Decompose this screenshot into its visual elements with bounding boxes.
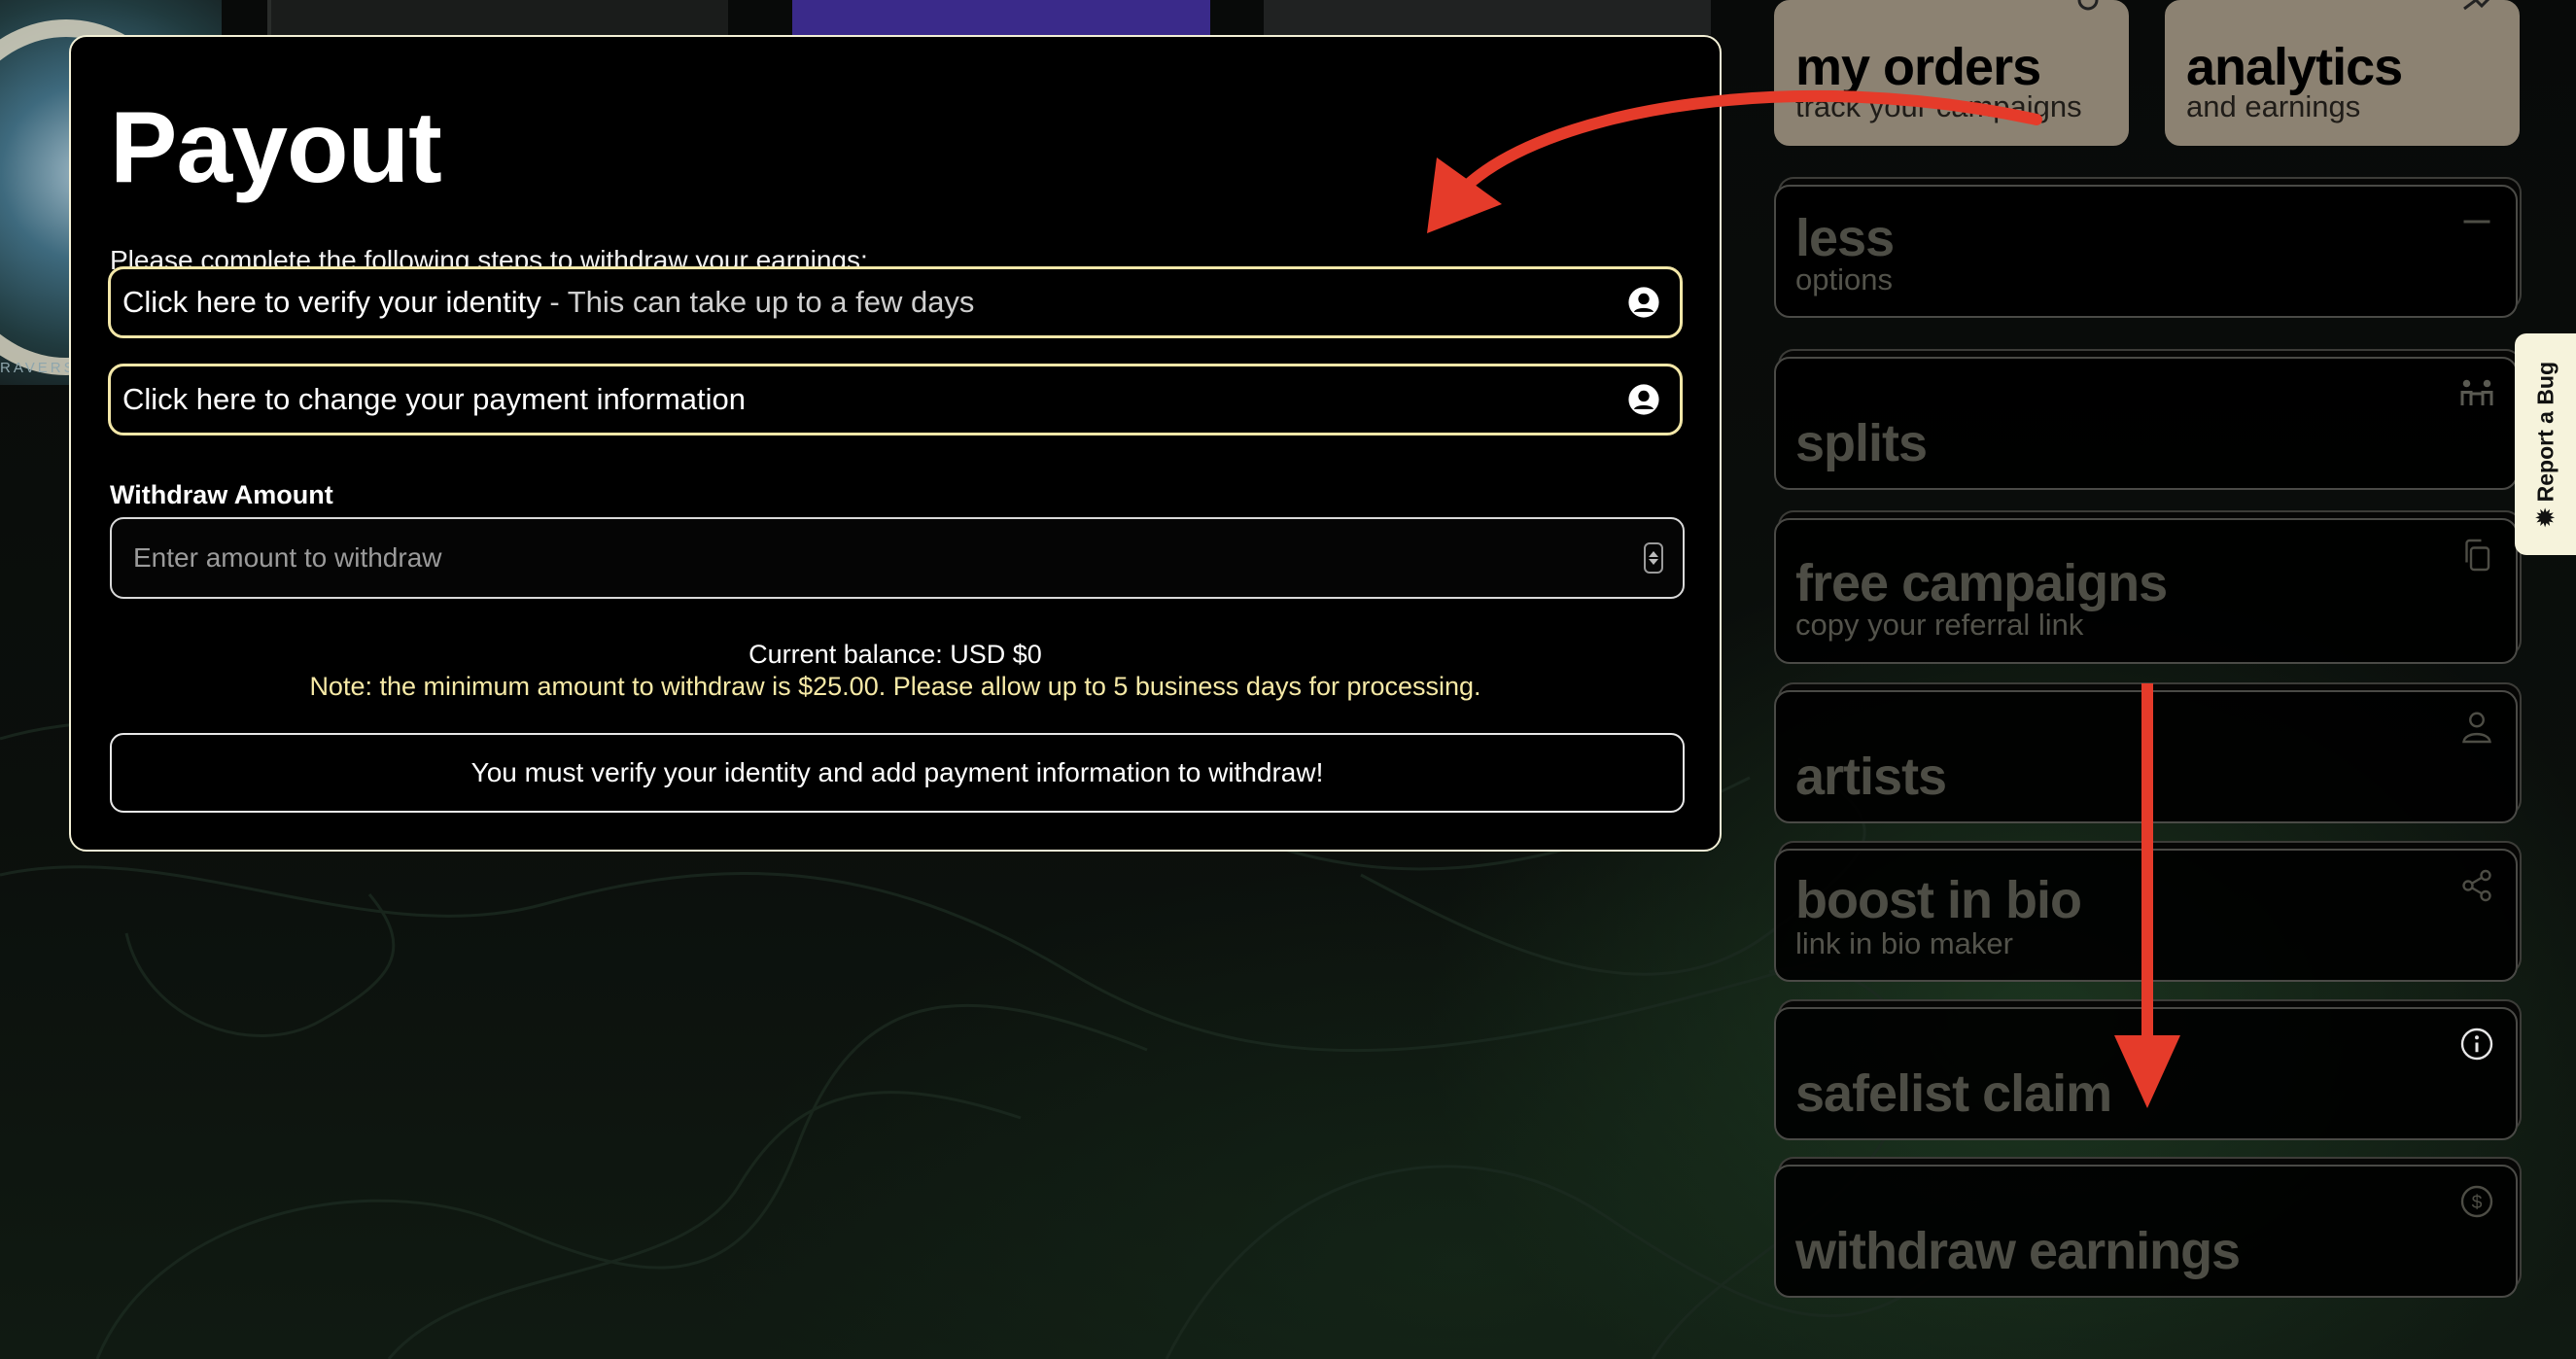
thumbnail-caption: RAVERS: [0, 360, 77, 376]
svg-text:$: $: [2472, 1192, 2483, 1213]
user-circle-icon: [1628, 287, 1659, 318]
change-payment-label: Click here to change your payment inform…: [122, 382, 746, 416]
menu-card-splits[interactable]: splits: [1774, 357, 2518, 490]
menu-card-subtitle: options: [1795, 262, 1893, 296]
menu-card-analytics[interactable]: analytics and earnings: [2165, 0, 2520, 146]
menu-card-artists[interactable]: artists: [1774, 690, 2518, 823]
menu-card-title: withdraw earnings: [1795, 1222, 2241, 1280]
menu-card-subtitle: track your campaigns: [1795, 89, 2082, 123]
menu-card-title: splits: [1795, 414, 1928, 472]
menu-card-free-campaigns[interactable]: free campaigns copy your referral link: [1774, 518, 2518, 664]
stepper-up-icon: [1649, 551, 1658, 557]
thumbnail-4: [1264, 0, 1711, 35]
info-icon: [2460, 1028, 2493, 1061]
user-icon: [2462, 712, 2491, 744]
current-balance: Current balance: USD $0: [748, 640, 1042, 669]
number-stepper[interactable]: [1644, 542, 1663, 574]
menu-card-title: artists: [1795, 748, 1947, 806]
orders-icon: [2077, 0, 2099, 11]
withdraw-amount-label: Withdraw Amount: [110, 480, 333, 509]
menu-card-title: safelist claim: [1795, 1064, 2112, 1123]
menu-card-less[interactable]: less options: [1774, 185, 2518, 318]
menu-card-subtitle: copy your referral link: [1795, 608, 2084, 642]
menu-card-title: less: [1795, 209, 1895, 267]
copy-icon: [2465, 539, 2490, 572]
menu-card-safelist-claim[interactable]: safelist claim: [1774, 1007, 2518, 1140]
minimum-withdraw-note: Note: the minimum amount to withdraw is …: [309, 672, 1481, 701]
report-bug-tab[interactable]: ✹ Report a Bug: [2515, 333, 2576, 555]
bug-icon: ✹: [2532, 507, 2558, 528]
menu-card-boost-in-bio[interactable]: boost in bio link in bio maker: [1774, 849, 2518, 982]
verify-identity-button[interactable]: Click here to verify your identity - Thi…: [108, 266, 1683, 338]
people-arrows-icon: [2460, 379, 2493, 405]
payout-modal: Payout Please complete the following ste…: [69, 35, 1722, 852]
stepper-down-icon: [1649, 559, 1658, 565]
menu-card-my-orders[interactable]: my orders track your campaigns: [1774, 0, 2129, 146]
verify-identity-text: Click here to verify your identity - Thi…: [122, 285, 1627, 320]
change-payment-button[interactable]: Click here to change your payment inform…: [108, 364, 1683, 436]
withdraw-amount-field: [110, 517, 1685, 599]
trend-icon: [2463, 0, 2490, 11]
menu-card-title: analytics: [2186, 38, 2403, 96]
report-bug-label: Report a Bug: [2532, 361, 2558, 503]
menu-card-withdraw-earnings[interactable]: withdraw earnings $: [1774, 1165, 2518, 1298]
user-circle-icon: [1628, 384, 1659, 415]
thumbnail-2: [267, 0, 728, 35]
minus-icon: [2463, 220, 2490, 224]
verify-identity-label: Click here to verify your identity: [122, 285, 541, 319]
withdraw-button[interactable]: You must verify your identity and add pa…: [110, 733, 1685, 813]
report-bug-text: ✹ Report a Bug: [2532, 362, 2559, 527]
withdraw-amount-input[interactable]: [131, 541, 1644, 575]
dollar-icon: $: [2460, 1185, 2493, 1218]
share-icon: [2462, 869, 2491, 902]
menu-card-title: boost in bio: [1795, 871, 2082, 929]
menu-card-title: my orders: [1795, 38, 2041, 96]
menu-card-subtitle: link in bio maker: [1795, 926, 2013, 960]
modal-title: Payout: [110, 91, 442, 204]
verify-identity-note: - This can take up to a few days: [540, 285, 975, 319]
menu-card-subtitle: and earnings: [2186, 89, 2361, 123]
menu-card-title: free campaigns: [1795, 554, 2168, 612]
thumbnail-3: [792, 0, 1210, 35]
